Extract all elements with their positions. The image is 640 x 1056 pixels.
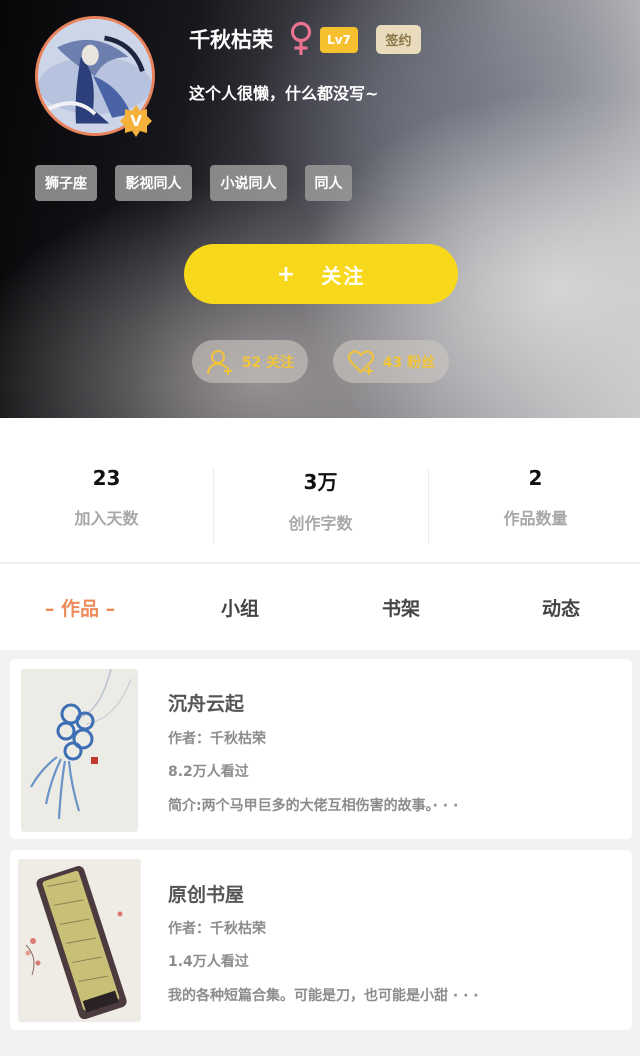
user-plus-icon xyxy=(206,349,232,375)
tag[interactable]: 影视同人 xyxy=(115,165,192,201)
level-badge: Lv7 xyxy=(320,27,358,53)
stat-value: 23 xyxy=(92,466,121,490)
stat-label: 作品数量 xyxy=(503,509,568,528)
verified-badge-label: V xyxy=(130,112,142,130)
stat-label: 创作字数 xyxy=(288,514,353,533)
work-author: 作者：千秋枯荣 xyxy=(168,731,266,747)
work-intro: 我的各种短篇合集。可能是刀，也可能是小甜 · · · xyxy=(168,988,479,1004)
stat-value: 3万 xyxy=(303,470,338,494)
work-title[interactable]: 沉舟云起 xyxy=(168,689,244,716)
profile-header: V 千秋枯荣 Lv7 签约 这个人很懒，什么都没写~ 狮子座 影视同人 小说同人… xyxy=(0,0,640,418)
stat-join-days: 23 加入天数 xyxy=(0,466,213,529)
work-intro: 简介:两个马甲巨多的大佬互相伤害的故事。· · · xyxy=(168,798,459,814)
following-count-label: 52 关注 xyxy=(241,354,295,371)
follow-button-label: 关注 xyxy=(321,263,366,288)
work-card[interactable]: 原创书屋 作者：千秋枯荣 1.4万人看过 我的各种短篇合集。可能是刀，也可能是小… xyxy=(10,850,632,1030)
tag[interactable]: 狮子座 xyxy=(35,165,97,201)
plus-icon: + xyxy=(276,261,296,287)
stat-label: 加入天数 xyxy=(74,509,139,528)
work-title[interactable]: 原创书屋 xyxy=(168,880,244,907)
bio: 这个人很懒，什么都没写~ xyxy=(189,84,379,103)
cover-art xyxy=(18,859,141,1022)
work-cover-image[interactable] xyxy=(21,669,138,832)
work-views: 1.4万人看过 xyxy=(168,954,249,970)
stat-word-count: 3万 创作字数 xyxy=(214,466,427,534)
work-card[interactable]: 沉舟云起 作者：千秋枯荣 8.2万人看过 简介:两个马甲巨多的大佬互相伤害的故事… xyxy=(10,659,632,839)
tab-works[interactable]: – 作品 – xyxy=(0,594,160,621)
verified-badge: V xyxy=(119,104,153,138)
following-count-button[interactable]: 52 关注 xyxy=(192,340,308,383)
work-views: 8.2万人看过 xyxy=(168,764,249,780)
tab-bookshelf[interactable]: 书架 xyxy=(321,594,481,621)
fans-count-label: 43 粉丝 xyxy=(382,354,436,371)
tag[interactable]: 同人 xyxy=(305,165,352,201)
username: 千秋枯荣 xyxy=(189,28,273,52)
heart-plus-icon xyxy=(347,349,374,375)
tag[interactable]: 小说同人 xyxy=(210,165,287,201)
cover-art xyxy=(21,669,138,832)
stat-works-count: 2 作品数量 xyxy=(429,466,640,529)
female-gender-icon xyxy=(290,21,312,55)
tab-groups[interactable]: 小组 xyxy=(160,594,320,621)
stats-bar: 23 加入天数 3万 创作字数 2 作品数量 xyxy=(0,418,640,563)
stat-value: 2 xyxy=(528,466,543,490)
fans-count-button[interactable]: 43 粉丝 xyxy=(333,340,449,383)
follow-button[interactable]: + 关注 xyxy=(184,244,458,304)
work-author: 作者：千秋枯荣 xyxy=(168,921,266,937)
work-cover-image[interactable] xyxy=(18,859,141,1022)
tab-bar: – 作品 – 小组 书架 动态 xyxy=(0,564,640,650)
signed-badge: 签约 xyxy=(376,25,421,54)
tab-activity[interactable]: 动态 xyxy=(481,594,640,621)
